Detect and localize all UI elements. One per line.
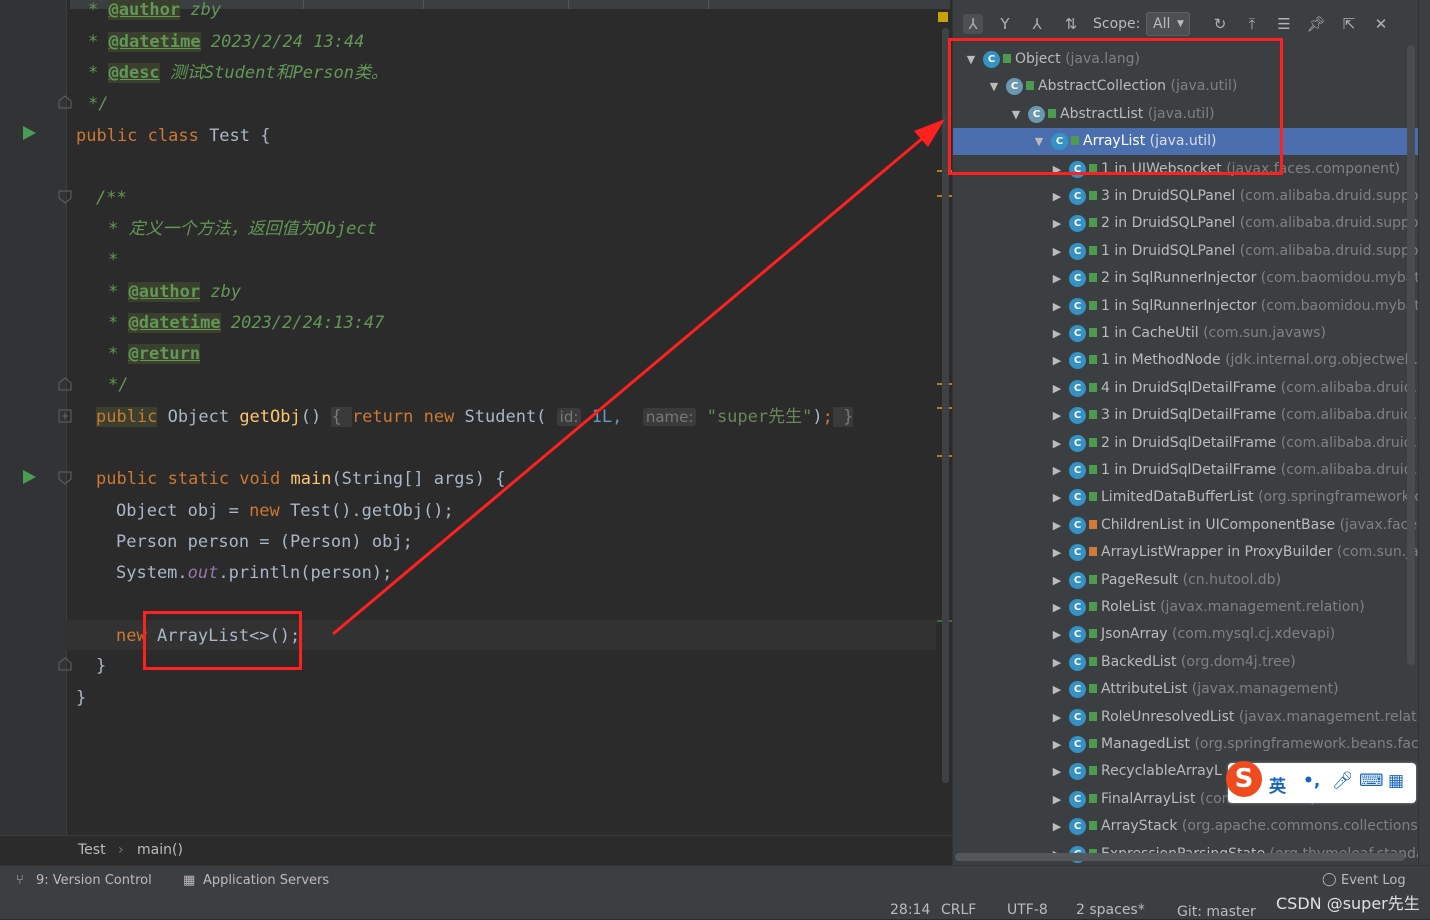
- toolbox-icon[interactable]: ▦: [1388, 771, 1404, 791]
- ime-punct[interactable]: •,: [1303, 771, 1320, 791]
- sogou-logo-icon: S: [1226, 761, 1262, 797]
- keyboard-icon[interactable]: ⌨: [1359, 771, 1384, 791]
- annotation-arrow: [332, 119, 945, 636]
- ime-toolbar[interactable]: S 英 •, 🎤︎ ⌨ ▦: [1226, 761, 1416, 803]
- ime-lang[interactable]: 英: [1269, 772, 1286, 797]
- microphone-icon[interactable]: 🎤︎: [1332, 771, 1354, 791]
